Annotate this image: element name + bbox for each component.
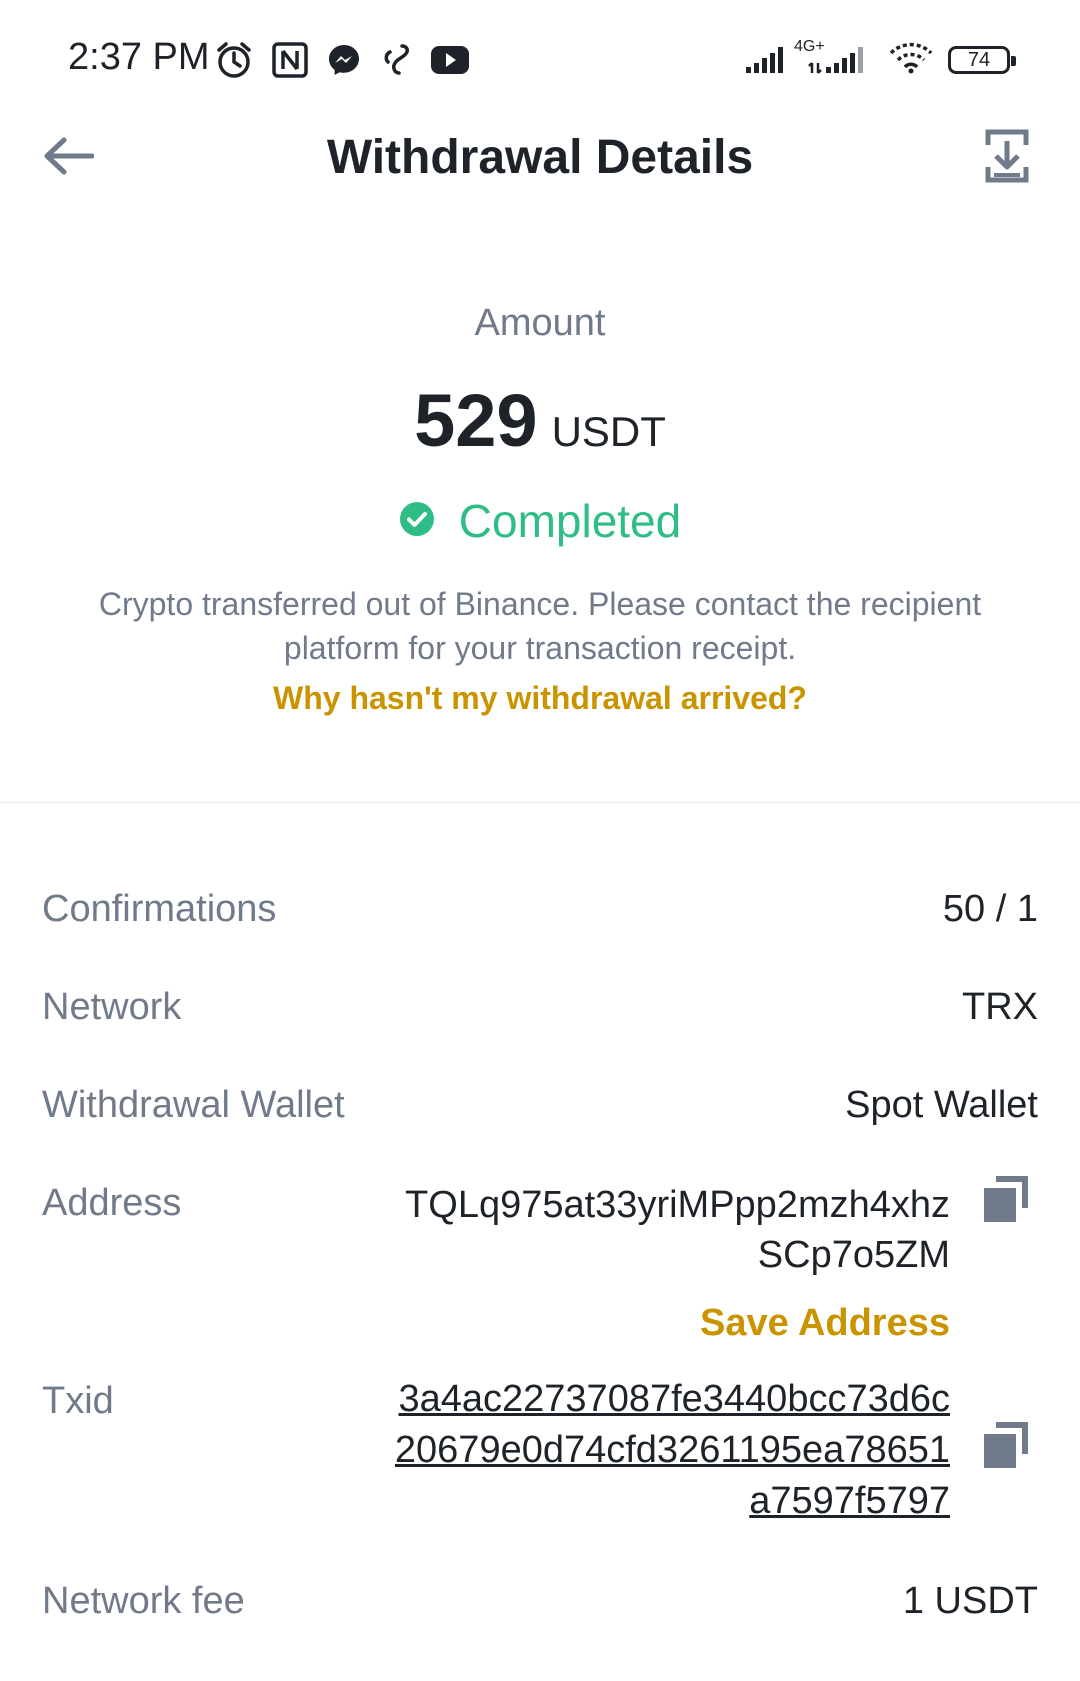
battery-icon: 74	[948, 46, 1016, 74]
amount-label: Amount	[474, 302, 606, 344]
copy-txid-icon[interactable]	[982, 1420, 1030, 1470]
page-title: Withdrawal Details	[326, 131, 754, 184]
confirmations-value: 50 / 1	[942, 888, 1038, 930]
export-icon	[985, 129, 1029, 188]
signal-4g-icon	[808, 41, 874, 80]
amount-value: 529	[414, 379, 538, 462]
status-bar: 2:37 PM 4G+ 74	[0, 0, 1080, 110]
divider	[0, 802, 1080, 803]
save-address-link[interactable]: Save Address	[700, 1302, 950, 1345]
amount-row: 529 USDT	[0, 378, 1080, 463]
signal-icon	[744, 41, 794, 80]
youtube-icon	[430, 45, 470, 75]
status-time: 2:37 PM	[68, 36, 210, 78]
txid-label: Txid	[42, 1380, 114, 1422]
export-button[interactable]	[976, 124, 1038, 192]
help-link[interactable]: Why hasn't my withdrawal arrived?	[0, 680, 1080, 717]
copy-address-icon[interactable]	[982, 1174, 1030, 1224]
status-badge: Completed	[458, 495, 682, 547]
amount-unit: USDT	[551, 408, 666, 455]
network-label: Network	[42, 986, 182, 1028]
network-value: TRX	[962, 986, 1038, 1028]
status-row: Completed	[0, 494, 1080, 548]
withdrawal-wallet-value: Spot Wallet	[845, 1084, 1038, 1126]
notification-icons	[214, 40, 470, 80]
confirmations-label: Confirmations	[42, 888, 277, 930]
app-header: Withdrawal Details	[0, 110, 1080, 210]
address-label: Address	[42, 1182, 182, 1224]
check-circle-icon	[399, 501, 435, 542]
network-fee-label: Network fee	[42, 1580, 245, 1622]
address-value: TQLq975at33yriMPpp2mzh4xhzSCp7o5ZM	[405, 1184, 950, 1276]
system-icons: 74	[744, 40, 1016, 80]
alarm-icon	[214, 40, 254, 80]
network-fee-value: 1 USDT	[902, 1580, 1038, 1622]
wifi-icon	[888, 41, 934, 80]
withdrawal-wallet-label: Withdrawal Wallet	[42, 1084, 345, 1126]
nfc-icon	[272, 42, 308, 78]
messenger-icon	[326, 42, 362, 78]
notice-text: Crypto transferred out of Binance. Pleas…	[98, 586, 982, 666]
txid-link[interactable]: 3a4ac22737087fe3440bcc73d6c20679e0d74cfd…	[390, 1374, 950, 1527]
notification-icon	[380, 42, 412, 78]
